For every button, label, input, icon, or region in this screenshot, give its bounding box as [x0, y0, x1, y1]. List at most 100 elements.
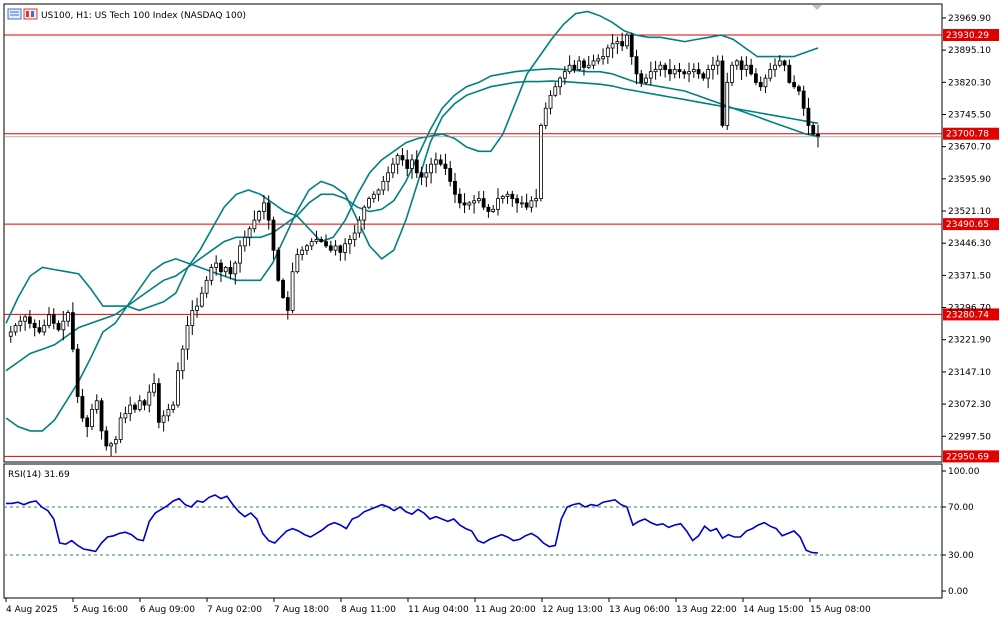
bear-candle-body	[75, 348, 80, 397]
y-tick-label: 23371.50	[948, 271, 991, 281]
bull-candle-body	[491, 208, 496, 212]
bear-candle-body	[133, 404, 137, 410]
bear-candle-body	[806, 107, 811, 126]
bear-candle-body	[457, 193, 462, 204]
bear-candle-body	[792, 82, 797, 88]
bull-candle-body	[505, 193, 510, 197]
symbol-title: US100, H1: US Tech 100 Index (NASDAQ 100…	[41, 11, 246, 21]
bull-candle-body	[343, 243, 348, 253]
y-tick-label: 23895.10	[948, 46, 991, 56]
bull-candle-body	[13, 325, 18, 333]
y-tick-label: 23969.90	[948, 14, 991, 24]
bull-candle-body	[429, 163, 434, 174]
bull-candle-body	[113, 439, 118, 445]
bull-candle-body	[601, 56, 605, 60]
bull-candle-body	[467, 202, 472, 206]
y-tick-label: 23820.30	[948, 78, 991, 88]
bear-candle-body	[620, 41, 625, 47]
bear-candle-body	[70, 312, 75, 350]
bear-candle-body	[285, 297, 290, 311]
x-tick-label: 13 Aug 22:00	[676, 605, 737, 615]
y-tick-label: 23670.70	[948, 143, 991, 153]
rsi-tick-label: 100.00	[948, 467, 980, 477]
bull-candle-body	[252, 219, 257, 230]
bear-candle-body	[758, 82, 763, 88]
bear-candle-body	[414, 159, 419, 174]
bull-candle-body	[262, 202, 266, 212]
bull-candle-body	[128, 404, 133, 415]
bear-candle-body	[796, 86, 801, 92]
y-tick-label: 23296.70	[948, 304, 991, 314]
bear-candle-body	[639, 73, 644, 83]
bull-candle-body	[8, 331, 13, 337]
bull-candle-body	[257, 211, 262, 221]
bull-candle-body	[300, 249, 305, 255]
bull-candle-body	[367, 198, 371, 208]
bear-candle-body	[453, 180, 457, 195]
x-tick-label: 5 Aug 16:00	[73, 605, 128, 615]
rsi-tick-label: 70.00	[948, 503, 974, 513]
bear-candle-body	[582, 60, 586, 68]
bull-candle-body	[176, 370, 180, 406]
bull-candle-body	[472, 200, 476, 204]
bear-candle-body	[515, 198, 519, 204]
bull-candle-body	[715, 60, 720, 66]
y-tick-label: 23521.10	[948, 207, 991, 217]
bull-candle-body	[691, 69, 696, 73]
bear-candle-body	[682, 71, 687, 75]
bull-candle-body	[390, 163, 395, 174]
candle	[281, 278, 285, 300]
bull-candle-body	[23, 316, 28, 322]
bear-candle-body	[811, 125, 816, 135]
bull-candle-body	[348, 239, 352, 245]
x-tick-label: 7 Aug 18:00	[274, 605, 329, 615]
bull-candle-body	[171, 404, 176, 410]
bull-candle-body	[610, 43, 615, 49]
bull-candle-body	[586, 64, 591, 68]
candle	[276, 247, 281, 282]
bull-candle-body	[386, 172, 391, 182]
bear-candle-body	[271, 219, 276, 251]
chart-type-icon[interactable]	[7, 8, 22, 20]
bear-candle-body	[219, 262, 223, 273]
period-icon[interactable]	[23, 8, 38, 20]
bear-candle-body	[572, 64, 577, 70]
bear-candle-body	[801, 90, 806, 109]
bear-candle-body	[629, 34, 634, 58]
bull-candle-body	[725, 82, 730, 126]
bull-candle-body	[395, 155, 400, 165]
bull-candle-body	[777, 60, 782, 66]
x-tick-label: 14 Aug 15:00	[743, 605, 804, 615]
bear-candle-body	[524, 202, 529, 208]
bull-candle-body	[309, 241, 314, 247]
bull-candle-body	[773, 64, 777, 70]
bear-candle-body	[462, 202, 467, 206]
x-tick-label: 8 Aug 11:00	[341, 605, 396, 615]
bear-candle-body	[80, 396, 85, 419]
bull-candle-body	[596, 58, 601, 62]
bear-candle-body	[443, 163, 448, 169]
bear-candle-body	[739, 60, 744, 70]
x-tick-label: 15 Aug 08:00	[810, 605, 871, 615]
bear-candle-body	[156, 383, 161, 423]
bear-candle-body	[438, 159, 443, 165]
x-tick-label: 12 Aug 13:00	[542, 605, 603, 615]
rsi-plot-frame	[3, 463, 943, 599]
x-tick-label: 11 Aug 20:00	[475, 605, 536, 615]
bull-candle-body	[166, 408, 171, 417]
bear-candle-body	[634, 56, 639, 75]
bear-candle-body	[266, 202, 271, 221]
candle	[367, 196, 371, 210]
bull-candle-body	[233, 262, 238, 275]
bear-candle-body	[324, 241, 328, 247]
y-tick-label: 23595.90	[948, 175, 991, 185]
price-level-label: 23700.78	[946, 130, 989, 140]
bull-candle-body	[500, 196, 505, 199]
bull-candle-body	[744, 64, 749, 70]
bull-candle-body	[433, 159, 438, 165]
bear-candle-body	[27, 316, 32, 324]
y-tick-label: 23745.50	[948, 110, 991, 120]
bull-candle-body	[247, 228, 252, 238]
bull-candle-body	[42, 325, 47, 333]
y-tick-label: 23147.10	[948, 368, 991, 378]
